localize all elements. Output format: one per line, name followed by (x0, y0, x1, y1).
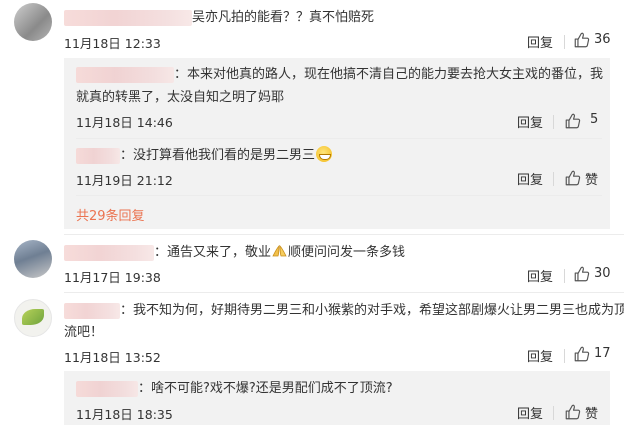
comment-time: 11月18日 13:52 (64, 350, 161, 365)
reply-time: 11月18日 18:35 (76, 407, 173, 422)
avatar[interactable] (14, 299, 52, 337)
divider (64, 292, 624, 293)
like-count: 36 (594, 32, 611, 47)
like-label[interactable]: 赞 (585, 169, 598, 188)
username-redacted[interactable] (76, 67, 174, 83)
comment-text: ：通告又来了，敬业 顺便问问发一条多钱 (154, 245, 406, 260)
username-redacted[interactable] (64, 303, 120, 319)
reply-text: ：啥不可能?戏不爆?还是男配们成不了顶流? (138, 381, 393, 396)
like-count: 30 (594, 266, 611, 281)
thumbs-up-icon[interactable] (564, 403, 582, 421)
like-count: 17 (594, 346, 611, 361)
avatar-image (22, 309, 44, 325)
separator (553, 172, 554, 186)
reply-button[interactable]: 回复 (517, 169, 543, 188)
reply-time: 11月19日 21:12 (76, 173, 173, 188)
praying-hands-emoji-icon (272, 245, 287, 257)
avatar[interactable] (14, 3, 52, 41)
username-redacted[interactable] (76, 381, 138, 397)
separator (553, 406, 554, 420)
thumbs-up-icon[interactable] (564, 112, 582, 130)
reply-button[interactable]: 回复 (517, 403, 543, 422)
separator (553, 115, 554, 129)
reply-button[interactable]: 回复 (527, 346, 553, 365)
divider (64, 234, 624, 235)
like-count: 5 (590, 112, 599, 127)
thumbs-up-icon[interactable] (573, 31, 591, 49)
comment-text: 吴亦凡拍的能看？？真不怕赔死 (192, 10, 375, 25)
username-redacted[interactable] (76, 148, 120, 164)
reply-text: 就真的转黑了，太没自知之明了妈耶 (76, 90, 285, 105)
comment-text: ：我不知为何，好期待男二男三和小猴紫的对手戏，希望这部剧爆火让男二男三也成为顶 (120, 303, 624, 318)
thumbs-up-icon[interactable] (564, 169, 582, 187)
separator (564, 349, 565, 363)
username-redacted[interactable] (64, 10, 192, 26)
reply-button[interactable]: 回复 (517, 112, 543, 131)
comment-time: 11月17日 19:38 (64, 270, 161, 285)
reply-text: ：没打算看他我们看的是男二男三 (120, 146, 333, 166)
thumbs-up-icon[interactable] (573, 265, 591, 283)
reply-text: ：本来对他真的路人，现在他搞不清自己的能力要去抢大女主戏的番位，我 (174, 67, 604, 82)
username-redacted[interactable] (64, 245, 154, 261)
reply-button[interactable]: 回复 (527, 32, 553, 51)
reply-time: 11月18日 14:46 (76, 115, 173, 130)
avatar[interactable] (14, 240, 52, 278)
reply-button[interactable]: 回复 (527, 266, 553, 285)
thumbs-up-icon[interactable] (573, 345, 591, 363)
separator (564, 35, 565, 49)
divider (76, 195, 602, 196)
separator (564, 269, 565, 283)
more-replies-link[interactable]: 共29条回复 (76, 205, 145, 224)
comment-text: 流吧！ (64, 325, 104, 340)
divider (76, 138, 602, 139)
comment-time: 11月18日 12:33 (64, 36, 161, 51)
like-label[interactable]: 赞 (585, 403, 598, 422)
grin-emoji-icon (316, 146, 333, 162)
